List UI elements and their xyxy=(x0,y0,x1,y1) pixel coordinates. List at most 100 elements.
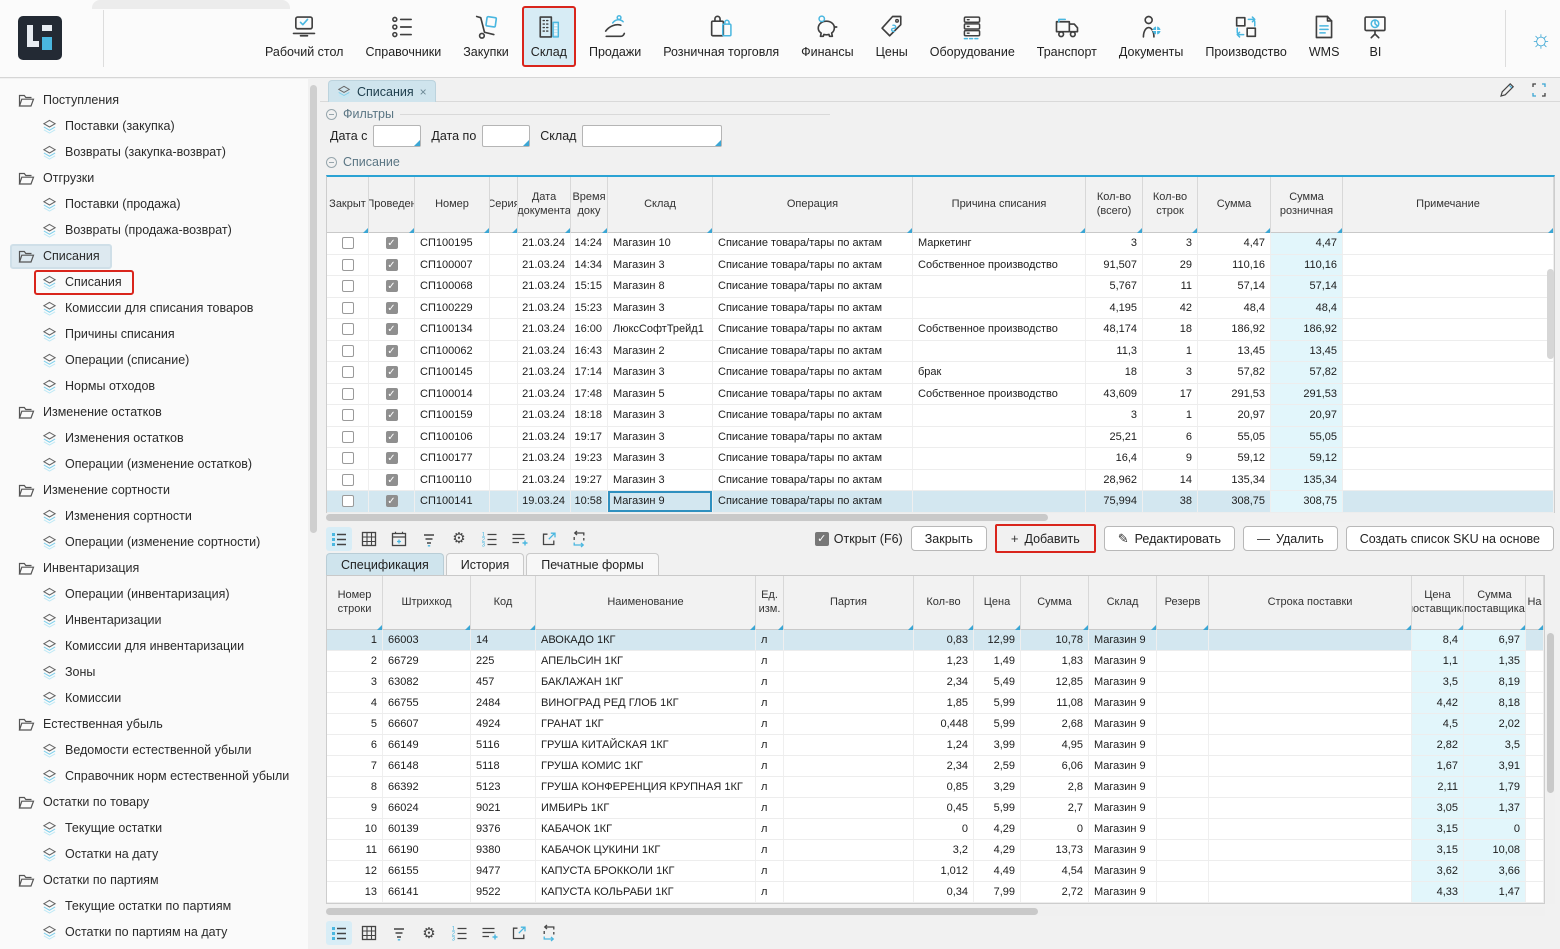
cell-warehouse[interactable]: Магазин 3 xyxy=(608,427,713,448)
cell-warehouse[interactable]: Магазин 9 xyxy=(608,491,713,512)
table-row[interactable]: 13661419522КАПУСТА КОЛЬРАБИ 1КГл0,347,99… xyxy=(327,882,1544,903)
sidebar-folder[interactable]: Остатки по товару xyxy=(0,789,308,815)
scrollbar-thumb[interactable] xyxy=(310,85,317,533)
sidebar-item[interactable]: Партии xyxy=(0,945,308,949)
table-row[interactable]: 16600314АВОКАДО 1КГл0,8312,9910,78Магази… xyxy=(327,630,1544,651)
closed-checkbox[interactable] xyxy=(342,345,354,357)
sidebar-item[interactable]: Операции (изменение сортности) xyxy=(0,529,308,555)
column-header[interactable]: Время доку xyxy=(571,177,608,233)
scrollbar-thumb[interactable] xyxy=(326,514,1048,521)
filter-button[interactable] xyxy=(416,527,442,551)
sidebar-item[interactable]: Причины списания xyxy=(0,321,308,347)
edit-button[interactable]: ✎Редактировать xyxy=(1104,526,1235,551)
posted-checkbox[interactable]: ✓ xyxy=(386,259,398,271)
sidebar-folder[interactable]: Поступления xyxy=(0,87,308,113)
sidebar-item[interactable]: Комиссии xyxy=(0,685,308,711)
cell-warehouse[interactable]: Магазин 3 xyxy=(608,448,713,469)
writeoffs-vscrollbar[interactable] xyxy=(1546,269,1555,399)
sidebar-folder[interactable]: Изменение сортности xyxy=(0,477,308,503)
column-header[interactable]: Код xyxy=(471,576,536,630)
scrollbar-thumb[interactable] xyxy=(326,908,1038,915)
posted-checkbox[interactable]: ✓ xyxy=(386,495,398,507)
column-header[interactable]: Дата документа xyxy=(518,177,571,233)
column-header[interactable]: Сумма xyxy=(1021,576,1089,630)
table-row[interactable]: ✓СП10006821.03.2415:15Магазин 8Списание … xyxy=(327,276,1554,298)
top-menu-finance[interactable]: Финансы xyxy=(792,6,862,67)
table-row[interactable]: ✓СП10000721.03.2414:34Магазин 3Списание … xyxy=(327,255,1554,277)
closed-checkbox[interactable] xyxy=(342,452,354,464)
sidebar-item[interactable]: Инвентаризации xyxy=(0,607,308,633)
column-header[interactable]: Причина списания xyxy=(913,177,1086,233)
table-row[interactable]: ✓СП10017721.03.2419:23Магазин 3Списание … xyxy=(327,448,1554,470)
detail-tab[interactable]: Печатные формы xyxy=(526,553,659,575)
column-header[interactable]: Номер строки xyxy=(327,576,383,630)
posted-checkbox[interactable]: ✓ xyxy=(386,474,398,486)
closed-checkbox[interactable] xyxy=(342,431,354,443)
date-to-input[interactable] xyxy=(483,126,529,146)
table-row[interactable]: ✓СП10019521.03.2414:24Магазин 10Списание… xyxy=(327,233,1554,255)
sidebar-item[interactable]: Комиссии для инвентаризации xyxy=(0,633,308,659)
sidebar-item[interactable]: Поставки (закупка) xyxy=(0,113,308,139)
table-row[interactable]: 10601399376КАБАЧОК 1КГл04,290Магазин 93,… xyxy=(327,819,1544,840)
sidebar-scrollbar[interactable] xyxy=(308,79,319,949)
top-menu-purchases[interactable]: Закупки xyxy=(454,6,518,67)
closed-checkbox[interactable] xyxy=(342,323,354,335)
tab-close-icon[interactable]: × xyxy=(420,85,427,99)
scrollbar-thumb[interactable] xyxy=(1547,633,1554,793)
column-header[interactable]: Операция xyxy=(713,177,913,233)
sidebar-item[interactable]: Изменения сортности xyxy=(0,503,308,529)
cell-warehouse[interactable]: Магазин 10 xyxy=(608,233,713,254)
sidebar-item[interactable]: Остатки по партиям на дату xyxy=(0,919,308,945)
grid-view-button[interactable] xyxy=(356,921,382,945)
closed-checkbox[interactable] xyxy=(342,495,354,507)
open-external-button[interactable] xyxy=(506,921,532,945)
theme-toggle-icon[interactable]: ☼ xyxy=(1530,26,1552,54)
table-row[interactable]: 12661559477КАПУСТА БРОККОЛИ 1КГл1,0124,4… xyxy=(327,861,1544,882)
column-header[interactable]: Цена xyxy=(974,576,1021,630)
cell-warehouse[interactable]: Магазин 3 xyxy=(608,255,713,276)
sidebar-item[interactable]: Справочник норм естественной убыли xyxy=(0,763,308,789)
create-sku-list-button[interactable]: Создать список SKU на основе xyxy=(1346,526,1554,551)
sidebar-item[interactable]: Списания xyxy=(0,269,308,295)
closed-checkbox[interactable] xyxy=(342,409,354,421)
open-external-button[interactable] xyxy=(536,527,562,551)
posted-checkbox[interactable]: ✓ xyxy=(386,280,398,292)
cell-warehouse[interactable]: Магазин 8 xyxy=(608,276,713,297)
table-row[interactable]: 11661909380КАБАЧОК ЦУКИНИ 1КГл3,24,2913,… xyxy=(327,840,1544,861)
table-row[interactable]: ✓СП10015921.03.2418:18Магазин 3Списание … xyxy=(327,405,1554,427)
calendar-view-button[interactable] xyxy=(386,527,412,551)
posted-checkbox[interactable]: ✓ xyxy=(386,452,398,464)
detail-tab[interactable]: История xyxy=(446,553,524,575)
table-row[interactable]: ✓СП10022921.03.2415:23Магазин 3Списание … xyxy=(327,298,1554,320)
sidebar-folder[interactable]: Списания xyxy=(0,243,308,269)
grid-view-button[interactable] xyxy=(356,527,382,551)
sidebar-item[interactable]: Операции (инвентаризация) xyxy=(0,581,308,607)
posted-checkbox[interactable]: ✓ xyxy=(386,302,398,314)
posted-checkbox[interactable]: ✓ xyxy=(386,323,398,335)
top-menu-desktop[interactable]: Рабочий стол xyxy=(256,6,352,67)
column-header[interactable]: Ед. изм. xyxy=(756,576,784,630)
refresh-button[interactable] xyxy=(536,921,562,945)
sidebar-item[interactable]: Текущие остатки по партиям xyxy=(0,893,308,919)
closed-checkbox[interactable] xyxy=(342,237,354,249)
top-menu-transport[interactable]: Транспорт xyxy=(1028,6,1106,67)
cell-warehouse[interactable]: Магазин 2 xyxy=(608,341,713,362)
column-header[interactable]: Штрихкод xyxy=(383,576,471,630)
add-list-button[interactable] xyxy=(506,527,532,551)
table-row[interactable]: 363082457БАКЛАЖАН 1КГл2,345,4912,85Магаз… xyxy=(327,672,1544,693)
sidebar-item[interactable]: Зоны xyxy=(0,659,308,685)
column-header[interactable]: Закрыт xyxy=(327,177,369,233)
table-row[interactable]: ✓СП10010621.03.2419:17Магазин 3Списание … xyxy=(327,427,1554,449)
collapse-icon[interactable] xyxy=(326,109,337,120)
column-header[interactable]: Кол-во строк xyxy=(1143,177,1198,233)
table-row[interactable]: ✓СП10013421.03.2416:00ЛюксСофтТрейд1Спис… xyxy=(327,319,1554,341)
top-menu-directory[interactable]: Справочники xyxy=(356,6,450,67)
warehouse-filter-input[interactable] xyxy=(583,126,721,146)
edit-pencil-icon[interactable] xyxy=(1498,81,1516,99)
column-header[interactable]: На xyxy=(1526,576,1544,630)
table-row[interactable]: ✓СП10006221.03.2416:43Магазин 2Списание … xyxy=(327,341,1554,363)
posted-checkbox[interactable]: ✓ xyxy=(386,388,398,400)
writeoffs-hscrollbar[interactable] xyxy=(326,513,1555,522)
add-list-button[interactable] xyxy=(476,921,502,945)
sidebar-item[interactable]: Возвраты (продажа-возврат) xyxy=(0,217,308,243)
